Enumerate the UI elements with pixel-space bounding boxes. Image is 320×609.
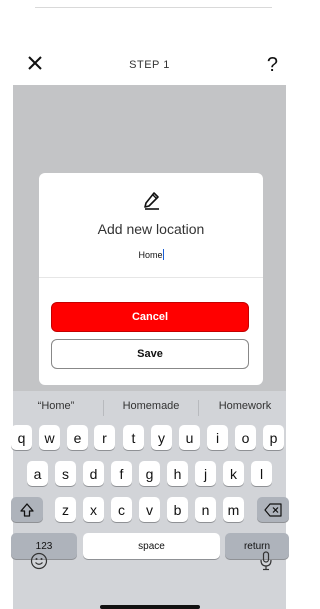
suggestion-item[interactable]: Homemade	[110, 400, 192, 412]
key-t[interactable]: t	[123, 425, 144, 450]
key-s[interactable]: s	[55, 461, 76, 486]
top-divider	[35, 7, 272, 8]
suggestion-bar: “Home” Homemade Homework	[13, 393, 286, 421]
key-n[interactable]: n	[195, 497, 216, 522]
step-header: STEP 1 ?	[13, 45, 286, 85]
key-p[interactable]: p	[263, 425, 284, 450]
keyboard: “Home” Homemade Homework q w e r t y u i…	[11, 391, 289, 609]
key-f[interactable]: f	[111, 461, 132, 486]
key-k[interactable]: k	[223, 461, 244, 486]
key-a[interactable]: a	[27, 461, 48, 486]
key-o[interactable]: o	[235, 425, 256, 450]
pencil-icon	[144, 192, 159, 210]
key-b[interactable]: b	[167, 497, 188, 522]
dialog-divider	[39, 277, 263, 278]
location-name-value: Home	[138, 250, 163, 260]
microphone-icon[interactable]	[259, 551, 273, 571]
key-c[interactable]: c	[111, 497, 132, 522]
return-key[interactable]: return	[225, 533, 289, 559]
home-indicator	[100, 605, 200, 609]
save-button[interactable]: Save	[51, 339, 249, 369]
suggestion-divider	[198, 400, 199, 416]
location-name-input[interactable]: Home	[39, 249, 263, 260]
key-r[interactable]: r	[94, 425, 115, 450]
cancel-button[interactable]: Cancel	[51, 302, 249, 332]
key-e[interactable]: e	[67, 425, 88, 450]
suggestion-divider	[103, 400, 104, 416]
key-u[interactable]: u	[179, 425, 200, 450]
key-m[interactable]: m	[223, 497, 244, 522]
backspace-icon	[264, 502, 282, 517]
key-h[interactable]: h	[167, 461, 188, 486]
key-l[interactable]: l	[251, 461, 272, 486]
suggestion-item[interactable]: “Home”	[23, 400, 89, 412]
backspace-key[interactable]	[257, 497, 289, 522]
key-g[interactable]: g	[139, 461, 160, 486]
key-j[interactable]: j	[195, 461, 216, 486]
key-y[interactable]: y	[151, 425, 172, 450]
suggestion-item[interactable]: Homework	[206, 400, 284, 412]
step-title: STEP 1	[129, 59, 170, 71]
key-v[interactable]: v	[139, 497, 160, 522]
key-q[interactable]: q	[11, 425, 32, 450]
emoji-icon[interactable]	[30, 552, 48, 570]
text-caret	[162, 249, 164, 260]
key-w[interactable]: w	[39, 425, 60, 450]
space-key[interactable]: space	[83, 533, 220, 559]
shift-icon	[20, 502, 34, 517]
key-z[interactable]: z	[55, 497, 76, 522]
help-button[interactable]: ?	[267, 54, 278, 77]
shift-key[interactable]	[11, 497, 43, 522]
add-location-dialog: Add new location Home Cancel Save	[39, 173, 263, 385]
key-i[interactable]: i	[207, 425, 228, 450]
key-d[interactable]: d	[83, 461, 104, 486]
key-x[interactable]: x	[83, 497, 104, 522]
dialog-title: Add new location	[97, 221, 205, 237]
